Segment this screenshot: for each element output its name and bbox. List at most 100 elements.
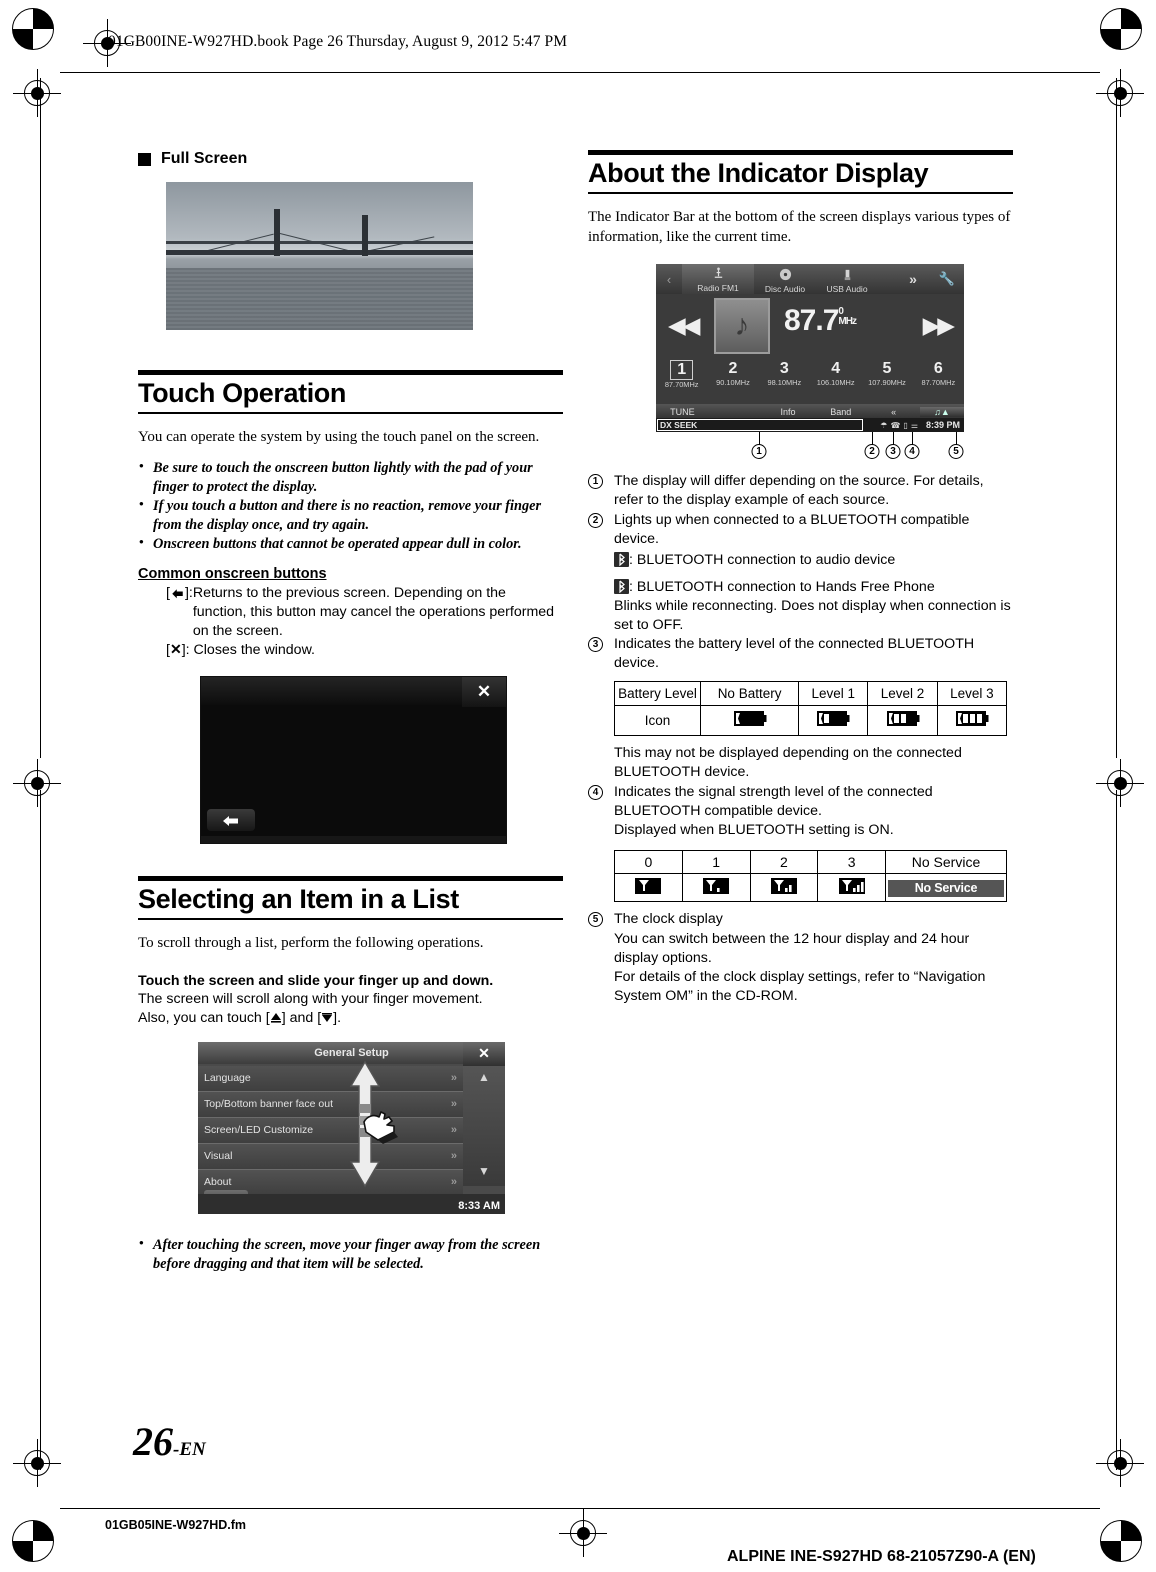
touch-arrows-prefix: Also, you can touch [ [138, 1010, 270, 1027]
band-button[interactable]: Band [814, 407, 867, 417]
preset-button[interactable]: 2 90.10MHz [707, 360, 758, 402]
next-track-button[interactable]: ▶▶ [923, 312, 955, 339]
blank-screen-back-button[interactable] [207, 808, 255, 831]
setup-close-button[interactable]: ✕ [463, 1041, 505, 1066]
note-text: Indicates the battery level of the conne… [614, 636, 975, 671]
registration-target-top-left [13, 69, 61, 117]
table-header-row: 0 1 2 3 No Service [614, 850, 1007, 875]
indicator-notes-list-3: 4 Indicates the signal strength level of… [588, 783, 1013, 821]
signal-0-bars-icon [635, 878, 662, 895]
frequency-unit: 0 MHz [838, 307, 857, 327]
hand-pointer-icon [363, 1111, 398, 1144]
setup-item-label: Top/Bottom banner face out [204, 1098, 333, 1111]
note-item: If you touch a button and there is no re… [138, 496, 563, 534]
page-number-value: 26 [133, 1419, 173, 1464]
battery-level-1-icon [817, 711, 850, 727]
note-item: Onscreen buttons that cannot be operated… [138, 535, 563, 554]
back-arrow-icon [223, 815, 238, 826]
previous-track-button[interactable]: ◀◀ [668, 312, 700, 339]
crop-mark-right-2 [1116, 790, 1117, 1470]
tab-scroll-right-icon[interactable]: » [896, 271, 930, 287]
touch-operation-section-heading: Touch Operation [138, 370, 563, 415]
battery-empty-icon [733, 711, 767, 727]
setup-list-item[interactable]: Language » [198, 1065, 463, 1092]
frequency-display: 87.70 MHz [784, 304, 857, 338]
registration-mark-bottom-right [1100, 1520, 1142, 1562]
photo-water [166, 267, 473, 330]
preset-button[interactable]: 3 98.10MHz [759, 360, 810, 402]
signal-2-header: 2 [749, 850, 819, 875]
battery-icon-cell [936, 705, 1008, 736]
preset-button[interactable]: 5 107.90MHz [861, 360, 912, 402]
setup-item-label: Language [204, 1072, 251, 1085]
clock-display: 8:39 PM [925, 420, 960, 431]
tab-radio-fm1[interactable]: Radio FM1 [682, 264, 754, 295]
battery-level-icon: ▯ [903, 420, 908, 430]
preset-button[interactable]: 4 106.10MHz [810, 360, 861, 402]
bluetooth-blink-note: Blinks while reconnecting. Does not disp… [614, 598, 1011, 634]
page-number: 26-EN [133, 1418, 206, 1465]
setup-item-list: Language » Top/Bottom banner face out » … [198, 1065, 463, 1196]
touch-arrows-mid: ] and [ [281, 1010, 322, 1027]
indicator-notes-list-4: 5 The clock display [588, 910, 1013, 929]
preset-button[interactable]: 1 87.70MHz [656, 360, 707, 402]
chevron-right-icon: » [450, 1098, 457, 1111]
signal-1-bar-icon [703, 878, 730, 895]
setup-list-item[interactable]: Screen/LED Customize » [198, 1117, 463, 1144]
blank-screen-close-button[interactable]: ✕ [462, 676, 506, 707]
general-setup-screen-figure: General Setup ✕ Language » Top/Bottom ba… [198, 1041, 505, 1214]
indicator-display-title: About the Indicator Display [588, 158, 929, 188]
blank-screen-figure: ✕ [200, 675, 507, 844]
left-column: Full Screen Touch Operation You can oper… [138, 150, 563, 1285]
collapse-icon[interactable]: « [867, 407, 920, 417]
selecting-item-intro: To scroll through a list, perform the fo… [138, 934, 484, 951]
close-x-icon: ✕ [169, 640, 182, 657]
bluetooth-audio-text: : BLUETOOTH connection to audio device [629, 551, 896, 568]
common-onscreen-buttons-heading: Common onscreen buttons [138, 566, 327, 583]
table-header-row: Battery Level No Battery Level 1 Level 2… [614, 680, 1008, 707]
slide-description: The screen will scroll along with your f… [138, 991, 483, 1008]
scroll-down-icon[interactable]: ▼ [478, 1164, 490, 1178]
note-bullet: 4 [588, 783, 614, 821]
blank-screen-bottom-bar [201, 835, 506, 843]
photo-bridge-line [166, 241, 473, 245]
level-3-header: Level 3 [936, 680, 1008, 707]
tab-scroll-left-icon[interactable]: ‹ [656, 272, 682, 287]
level-2-header: Level 2 [867, 680, 938, 707]
note-number: 1 [588, 474, 603, 490]
tab-disc-audio[interactable]: Disc Audio [754, 265, 816, 294]
scroll-up-arrow-icon [270, 1013, 281, 1023]
crop-mark-right [1116, 78, 1117, 758]
chevron-right-icon: » [450, 1072, 457, 1085]
signal-strength-icon: ⚌ [910, 420, 918, 430]
bluetooth-audio-icon: ☂ [880, 420, 888, 430]
setup-item-label: About [204, 1176, 232, 1189]
tune-button[interactable]: TUNE [656, 407, 709, 417]
tab-usb-audio[interactable]: USB Audio [816, 265, 878, 294]
callout-1-highlight-box [657, 419, 863, 432]
scroll-up-icon[interactable]: ▲ [478, 1070, 490, 1084]
indicator-notes-list: 1 The display will differ depending on t… [588, 472, 1013, 549]
audio-indicator-icon[interactable]: ♫▲ [919, 407, 964, 418]
setup-list-item[interactable]: Visual » [198, 1143, 463, 1170]
alpine-document-code: ALPINE INE-S927HD 68-21057Z90-A (EN) [727, 1548, 1036, 1565]
note-4: 4 Indicates the signal strength level of… [588, 783, 1013, 821]
back-button-key: []: [166, 585, 193, 602]
battery-level-header: Battery Level [614, 680, 701, 707]
setup-list-item[interactable]: Top/Bottom banner face out » [198, 1091, 463, 1118]
back-key-suffix: ]: [184, 585, 193, 602]
info-button[interactable]: Info [762, 407, 815, 417]
status-icons-group: ☂ ☎ ▯ ⚌ [880, 421, 918, 430]
heading-rule-bottom [138, 412, 563, 415]
book-header-line: 01GB00INE-W927HD.book Page 26 Thursday, … [108, 33, 568, 50]
icon-row-label: Icon [614, 705, 701, 736]
crop-mark-top [60, 72, 1100, 73]
preset-button[interactable]: 6 87.70MHz [913, 360, 964, 402]
radio-main-area: ◀◀ ♪ 87.70 MHz ▶▶ [656, 294, 964, 362]
registration-target-mid-left [13, 759, 61, 807]
settings-wrench-icon[interactable]: 🔧 [930, 271, 964, 287]
close-key-suffix: ]: [181, 641, 190, 658]
battery-level-table: Battery Level No Battery Level 1 Level 2… [614, 680, 1008, 736]
preset-frequency: 87.70MHz [664, 380, 699, 390]
note-bullet: 2 [588, 511, 614, 549]
